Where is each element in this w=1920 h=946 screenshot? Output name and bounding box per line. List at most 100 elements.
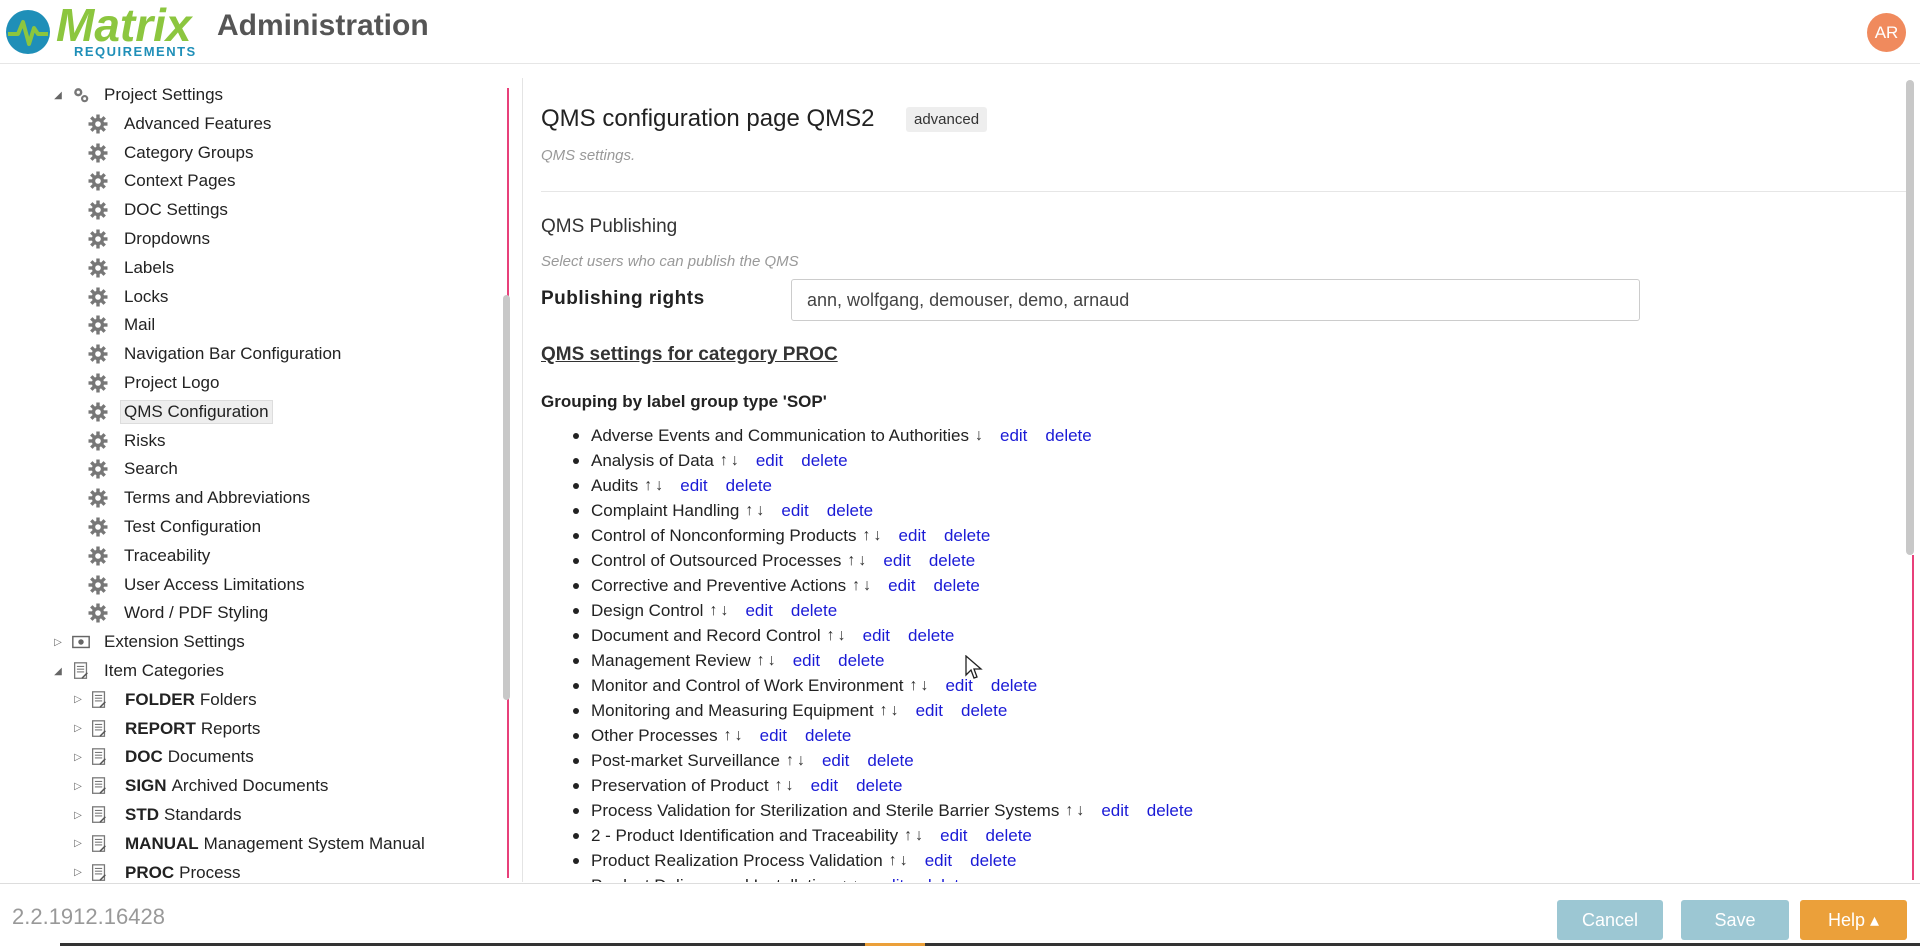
reorder-arrows-icon[interactable]: ↓	[975, 427, 986, 445]
sidebar-item-labels[interactable]: Labels	[87, 255, 174, 281]
delete-link[interactable]: delete	[922, 876, 968, 883]
category-item-folder[interactable]: ▷ FOLDER Folders	[72, 687, 256, 713]
expand-caret-icon[interactable]: ▷	[72, 867, 84, 878]
category-item-std[interactable]: ▷ STD Standards	[72, 802, 241, 828]
expand-caret-icon[interactable]: ▷	[72, 723, 84, 734]
sidebar-item-user-access-limitations[interactable]: User Access Limitations	[87, 572, 304, 598]
edit-link[interactable]: edit	[863, 626, 890, 646]
reorder-arrows-icon[interactable]: ↑↓	[709, 602, 731, 620]
reorder-arrows-icon[interactable]: ↑↓	[880, 702, 902, 720]
sidebar-item-risks[interactable]: Risks	[87, 428, 166, 454]
reorder-arrows-icon[interactable]: ↑↓	[745, 502, 767, 520]
edit-link[interactable]: edit	[925, 851, 952, 871]
delete-link[interactable]: delete	[908, 626, 954, 646]
category-item-sign[interactable]: ▷ SIGN Archived Documents	[72, 773, 328, 799]
matrix-logo-icon[interactable]	[2, 4, 54, 56]
sidebar-item-qms-configuration[interactable]: QMS Configuration	[87, 399, 273, 425]
reorder-arrows-icon[interactable]: ↑↓	[909, 677, 931, 695]
edit-link[interactable]: edit	[888, 576, 915, 596]
delete-link[interactable]: delete	[1147, 801, 1193, 821]
collapse-caret-icon[interactable]: ◢	[52, 90, 64, 101]
delete-link[interactable]: delete	[867, 751, 913, 771]
sidebar-item-word-pdf-styling[interactable]: Word / PDF Styling	[87, 600, 268, 626]
edit-link[interactable]: edit	[877, 876, 904, 883]
reorder-arrows-icon[interactable]: ↑↓	[904, 827, 926, 845]
category-item-manual[interactable]: ▷ MANUAL Management System Manual	[72, 831, 425, 857]
reorder-arrows-icon[interactable]: ↑↓	[889, 852, 911, 870]
sidebar-item-locks[interactable]: Locks	[87, 284, 168, 310]
expand-caret-icon[interactable]: ▷	[72, 810, 84, 821]
delete-link[interactable]: delete	[934, 576, 980, 596]
delete-link[interactable]: delete	[726, 476, 772, 496]
edit-link[interactable]: edit	[899, 526, 926, 546]
edit-link[interactable]: edit	[883, 551, 910, 571]
main-scrollbar[interactable]	[1906, 80, 1914, 555]
delete-link[interactable]: delete	[838, 651, 884, 671]
edit-link[interactable]: edit	[756, 451, 783, 471]
expand-caret-icon[interactable]: ▷	[72, 694, 84, 705]
sidebar-item-project-logo[interactable]: Project Logo	[87, 370, 219, 396]
reorder-arrows-icon[interactable]: ↑↓	[1065, 802, 1087, 820]
help-button[interactable]: Help ▴	[1800, 900, 1907, 940]
reorder-arrows-icon[interactable]: ↑↓	[720, 452, 742, 470]
reorder-arrows-icon[interactable]: ↑↓	[863, 527, 885, 545]
delete-link[interactable]: delete	[827, 501, 873, 521]
collapse-caret-icon[interactable]: ◢	[52, 666, 64, 677]
sidebar-item-search[interactable]: Search	[87, 456, 178, 482]
delete-link[interactable]: delete	[805, 726, 851, 746]
sidebar-item-mail[interactable]: Mail	[87, 312, 155, 338]
user-avatar[interactable]: AR	[1867, 13, 1906, 52]
edit-link[interactable]: edit	[745, 601, 772, 621]
edit-link[interactable]: edit	[760, 726, 787, 746]
reorder-arrows-icon[interactable]: ↑↓	[827, 627, 849, 645]
expand-caret-icon[interactable]: ▷	[72, 838, 84, 849]
delete-link[interactable]: delete	[791, 601, 837, 621]
edit-link[interactable]: edit	[1101, 801, 1128, 821]
expand-caret-icon[interactable]: ▷	[72, 752, 84, 763]
edit-link[interactable]: edit	[781, 501, 808, 521]
sidebar-item-dropdowns[interactable]: Dropdowns	[87, 226, 210, 252]
save-button[interactable]: Save	[1681, 900, 1789, 940]
tree-node-extension-settings[interactable]: ▷ Extension Settings	[52, 629, 245, 655]
sidebar-scrollbar[interactable]	[503, 295, 510, 700]
delete-link[interactable]: delete	[961, 701, 1007, 721]
sidebar-item-terms-and-abbreviations[interactable]: Terms and Abbreviations	[87, 485, 310, 511]
delete-link[interactable]: delete	[801, 451, 847, 471]
edit-link[interactable]: edit	[822, 751, 849, 771]
edit-link[interactable]: edit	[1000, 426, 1027, 446]
delete-link[interactable]: delete	[986, 826, 1032, 846]
reorder-arrows-icon[interactable]: ↑↓	[852, 577, 874, 595]
reorder-arrows-icon[interactable]: ↑↓	[644, 477, 666, 495]
sidebar-item-test-configuration[interactable]: Test Configuration	[87, 514, 261, 540]
reorder-arrows-icon[interactable]: ↑↓	[724, 727, 746, 745]
reorder-arrows-icon[interactable]: ↑↓	[775, 777, 797, 795]
edit-link[interactable]: edit	[916, 701, 943, 721]
publishing-rights-input[interactable]	[791, 279, 1640, 321]
delete-link[interactable]: delete	[1045, 426, 1091, 446]
sidebar-item-category-groups[interactable]: Category Groups	[87, 140, 253, 166]
expand-caret-icon[interactable]: ▷	[72, 781, 84, 792]
tree-node-project-settings[interactable]: ◢ Project Settings	[52, 82, 223, 108]
category-item-report[interactable]: ▷ REPORT Reports	[72, 716, 260, 742]
sidebar-item-doc-settings[interactable]: DOC Settings	[87, 197, 228, 223]
sidebar-item-context-pages[interactable]: Context Pages	[87, 168, 236, 194]
category-item-proc[interactable]: ▷ PROC Process	[72, 860, 240, 882]
sidebar-item-traceability[interactable]: Traceability	[87, 543, 210, 569]
edit-link[interactable]: edit	[680, 476, 707, 496]
delete-link[interactable]: delete	[970, 851, 1016, 871]
edit-link[interactable]: edit	[793, 651, 820, 671]
expand-caret-icon[interactable]: ▷	[52, 637, 64, 648]
tree-node-item-categories[interactable]: ◢ Item Categories	[52, 658, 224, 684]
delete-link[interactable]: delete	[944, 526, 990, 546]
category-item-doc[interactable]: ▷ DOC Documents	[72, 744, 254, 770]
reorder-arrows-icon[interactable]: ↑↓	[841, 877, 863, 883]
cancel-button[interactable]: Cancel	[1557, 900, 1663, 940]
sidebar-item-advanced-features[interactable]: Advanced Features	[87, 111, 271, 137]
edit-link[interactable]: edit	[940, 826, 967, 846]
sidebar-item-navigation-bar-configuration[interactable]: Navigation Bar Configuration	[87, 341, 341, 367]
reorder-arrows-icon[interactable]: ↑↓	[786, 752, 808, 770]
delete-link[interactable]: delete	[856, 776, 902, 796]
reorder-arrows-icon[interactable]: ↑↓	[757, 652, 779, 670]
edit-link[interactable]: edit	[811, 776, 838, 796]
reorder-arrows-icon[interactable]: ↑↓	[847, 552, 869, 570]
